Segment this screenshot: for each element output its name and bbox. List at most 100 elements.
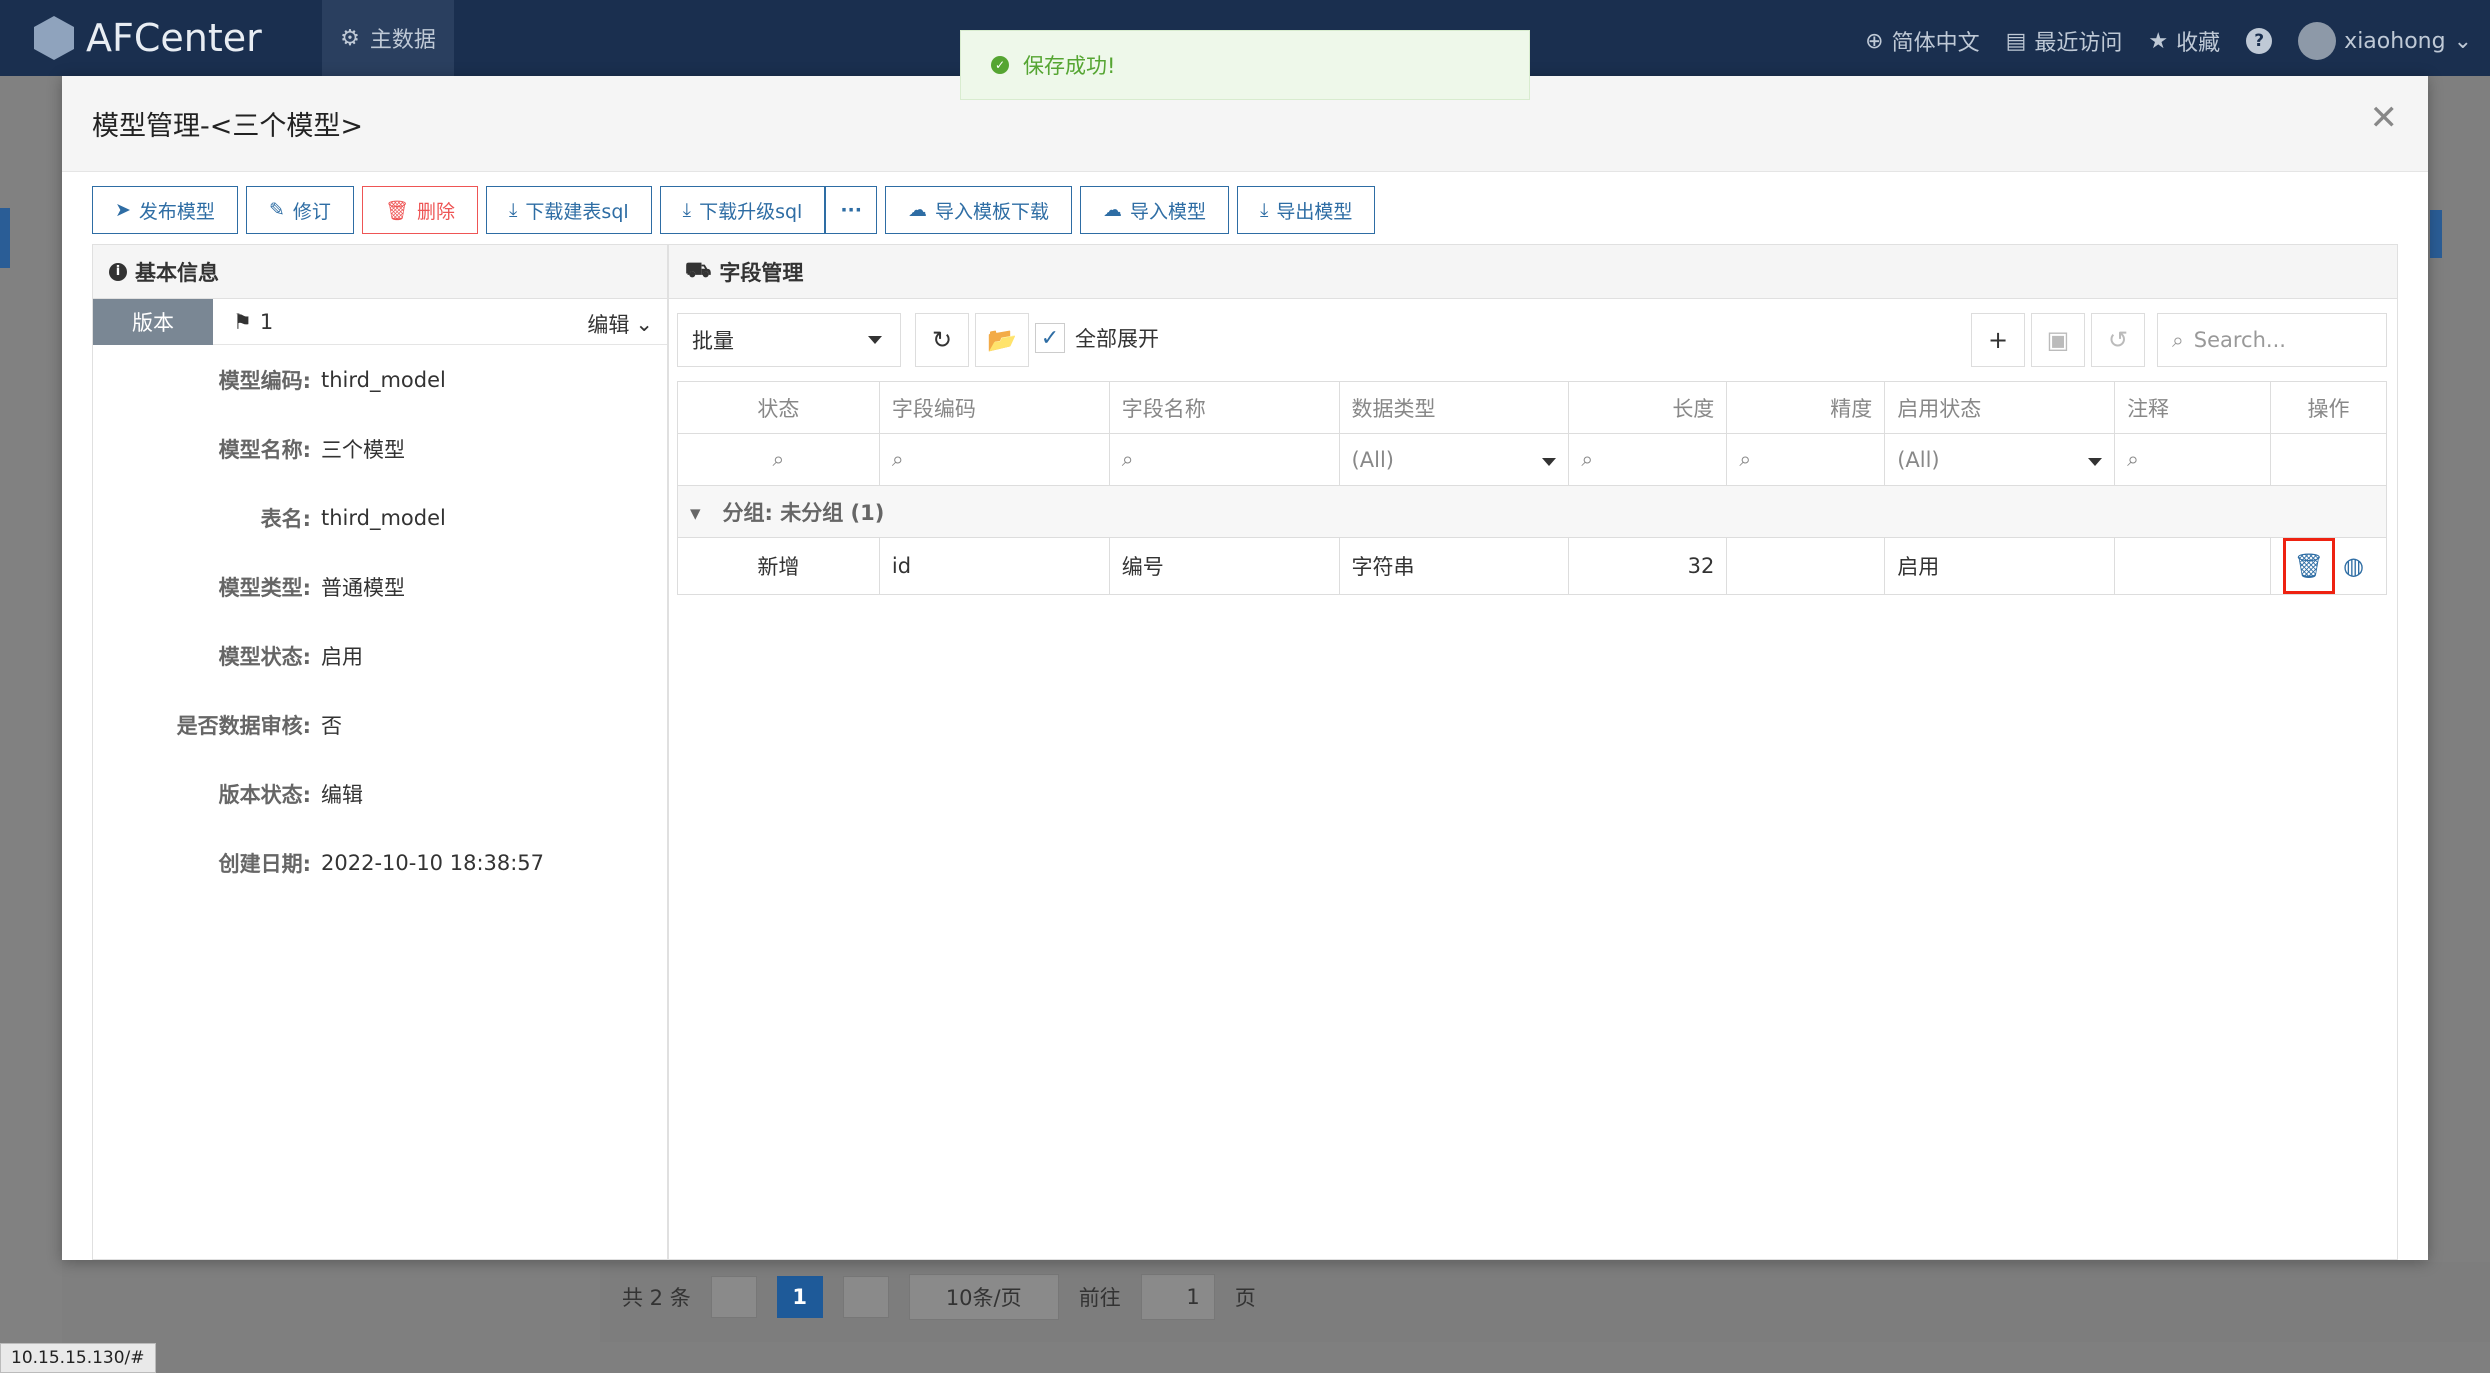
col-enabled[interactable]: 启用状态 — [1884, 381, 2116, 434]
page-size-select[interactable]: 10条/页 — [908, 1274, 1059, 1320]
cell-precision[interactable] — [1726, 537, 1886, 595]
publish-model-button[interactable]: ➤ 发布模型 — [92, 186, 238, 234]
filter-precision[interactable]: ⌕ — [1726, 433, 1886, 486]
filter-status[interactable]: ⌕ — [677, 433, 880, 486]
col-actions: 操作 — [2269, 381, 2388, 434]
table-row[interactable]: 新增 id 编号 字符串 32 启用 🗑 ◍ — [677, 537, 2388, 595]
field-label: 模型状态: — [218, 644, 311, 669]
col-precision[interactable]: 精度 — [1726, 381, 1886, 434]
expand-all-checkbox[interactable]: ✓ 全部展开 — [1035, 323, 1159, 353]
prev-page-button[interactable] — [710, 1276, 757, 1318]
pagination: 共 2 条 1 10条/页 前往 1 页 — [622, 1274, 1256, 1320]
cell-field-name[interactable]: 编号 — [1108, 537, 1340, 595]
version-number: ⚑ 1 — [233, 310, 273, 334]
col-status[interactable]: 状态 — [677, 381, 880, 434]
export-model-button[interactable]: ⤓ 导出模型 — [1237, 186, 1376, 234]
delete-row-button[interactable]: 🗑 — [2282, 538, 2335, 594]
filter-value: (All) — [1897, 447, 1940, 472]
next-page-button[interactable] — [842, 1276, 889, 1318]
search-input[interactable]: ⌕ Search... — [2157, 313, 2387, 367]
edit-icon: ✎ — [268, 199, 285, 221]
favorites-label: 收藏 — [2176, 31, 2221, 56]
add-row-button[interactable]: + — [1971, 313, 2025, 367]
group-label: 分组: 未分组 (1) — [722, 500, 885, 525]
cell-status[interactable]: 新增 — [677, 537, 880, 595]
undo-icon: ↺ — [2107, 326, 2129, 354]
download-upgrade-sql-button[interactable]: ⤓ 下载升级sql — [659, 186, 826, 234]
filter-row: ⌕ ⌕ ⌕ (All) ⌕ ⌕ (All) ⌕ — [677, 433, 2388, 486]
cell-comment[interactable] — [2114, 537, 2271, 595]
settings-icon: ⚙ — [340, 25, 360, 51]
version-tab[interactable]: 版本 — [93, 298, 213, 345]
col-data-type[interactable]: 数据类型 — [1338, 381, 1570, 434]
field-value: third_model — [321, 367, 446, 392]
version-edit-dropdown[interactable]: 编辑 ⌄ — [587, 309, 653, 339]
filter-length[interactable]: ⌕ — [1568, 433, 1728, 486]
filter-field-code[interactable]: ⌕ — [878, 433, 1110, 486]
filter-comment[interactable]: ⌕ — [2114, 433, 2271, 486]
field-value: 三个模型 — [321, 437, 405, 462]
clipboard-icon: ▤ — [2005, 28, 2027, 54]
caret-expand-icon[interactable]: ▾ — [690, 501, 701, 525]
field-table-name: 表名: third_model — [93, 483, 667, 552]
import-model-button[interactable]: ☁ 导入模型 — [1080, 186, 1230, 234]
field-version-status: 版本状态: 编辑 — [93, 759, 667, 828]
open-folder-button[interactable]: 📂 — [975, 313, 1029, 367]
batch-select[interactable]: 批量 — [677, 313, 901, 367]
download-template-label: 导入模板下载 — [934, 200, 1049, 223]
col-field-name[interactable]: 字段名称 — [1108, 381, 1340, 434]
search-icon: ⌕ — [1121, 447, 1134, 471]
cell-field-code[interactable]: id — [878, 537, 1110, 595]
download-create-sql-label: 下载建表sql — [525, 200, 629, 223]
field-model-name: 模型名称: 三个模型 — [93, 414, 667, 483]
undo-button[interactable]: ↺ — [2091, 313, 2145, 367]
download-icon: ⤓ — [1260, 199, 1269, 221]
download-icon: ⤓ — [682, 199, 692, 221]
cloud-upload-icon: ☁ — [1103, 199, 1122, 221]
chevron-down-icon: ⌄ — [2453, 28, 2472, 54]
close-icon[interactable]: ✕ — [2370, 98, 2399, 138]
col-length[interactable]: 长度 — [1568, 381, 1728, 434]
cell-enabled[interactable]: 启用 — [1884, 537, 2116, 595]
model-management-dialog: 模型管理-<三个模型> ✕ ➤ 发布模型 ✎ 修订 🗑 删除 ⤓ 下载建表sql ⤓ 下载… — [62, 76, 2428, 1260]
col-field-code[interactable]: 字段编码 — [878, 381, 1110, 434]
refresh-check-button[interactable]: ↻ — [915, 313, 969, 367]
cell-length[interactable]: 32 — [1568, 537, 1728, 595]
info-icon: i — [109, 262, 127, 281]
filter-field-name[interactable]: ⌕ — [1108, 433, 1340, 486]
delete-button[interactable]: 🗑 删除 — [361, 186, 479, 234]
user-menu[interactable]: xiaohong ⌄ — [2298, 22, 2472, 60]
search-icon: ⌕ — [772, 447, 785, 471]
caret-down-icon — [868, 336, 882, 344]
avatar — [2298, 22, 2337, 60]
language-switch[interactable]: ⊕ 简体中文 — [1865, 25, 1979, 57]
username: xiaohong — [2344, 28, 2446, 54]
field-label: 表名: — [260, 506, 311, 531]
sidebar-active-indicator — [0, 208, 10, 268]
download-template-button[interactable]: ☁ 导入模板下载 — [884, 186, 1072, 234]
search-placeholder: Search... — [2193, 328, 2286, 352]
favorites[interactable]: ★ 收藏 — [2148, 25, 2220, 57]
col-comment[interactable]: 注释 — [2114, 381, 2271, 434]
import-model-label: 导入模型 — [1130, 200, 1207, 223]
caret-down-icon — [1542, 457, 1557, 466]
recent-visits[interactable]: ▤ 最近访问 — [2006, 25, 2123, 57]
globe-icon[interactable]: ◍ — [2343, 552, 2364, 580]
group-row[interactable]: ▾ 分组: 未分组 (1) — [677, 485, 2387, 538]
goto-page-input[interactable]: 1 — [1140, 1274, 1215, 1320]
cell-data-type[interactable]: 字符串 — [1338, 537, 1570, 595]
revise-button[interactable]: ✎ 修订 — [245, 186, 354, 234]
help-icon[interactable]: ? — [2246, 28, 2273, 54]
field-label: 版本状态: — [218, 782, 311, 807]
filter-data-type[interactable]: (All) — [1338, 433, 1570, 486]
save-button[interactable]: ▣ — [2031, 313, 2085, 367]
checkmark-icon: ✓ — [1035, 323, 1065, 353]
trash-icon: 🗑 — [2293, 552, 2325, 580]
nav-tab-master-data[interactable]: ⚙ 主数据 — [322, 0, 454, 76]
current-page[interactable]: 1 — [776, 1276, 823, 1318]
more-button[interactable]: ··· — [825, 186, 877, 234]
globe-icon: ⊕ — [1865, 28, 1884, 54]
app-logo[interactable]: AFCenter — [34, 16, 262, 60]
download-create-sql-button[interactable]: ⤓ 下载建表sql — [486, 186, 652, 234]
filter-enabled[interactable]: (All) — [1884, 433, 2116, 486]
